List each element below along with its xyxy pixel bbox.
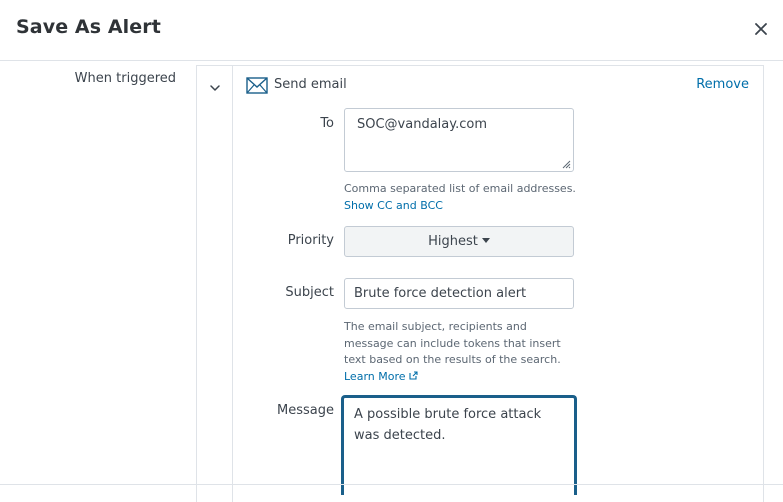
show-cc-bcc-link[interactable]: Show CC and BCC <box>344 198 576 215</box>
remove-action-link[interactable]: Remove <box>696 77 749 92</box>
section-label: When triggered <box>74 71 176 86</box>
message-value: A possible brute force attack was detect… <box>354 407 542 443</box>
action-title: Send email <box>274 77 347 92</box>
subject-help-line: The email subject, recipients and <box>344 320 527 333</box>
external-link-icon <box>409 370 418 380</box>
subject-help-line: text based on the results of the search. <box>344 353 561 366</box>
resize-grip-icon[interactable] <box>562 160 571 169</box>
subject-value: Brute force detection alert <box>354 286 527 301</box>
to-help-text: Comma separated list of email addresses. <box>344 182 576 195</box>
to-help: Comma separated list of email addresses.… <box>344 181 576 214</box>
priority-dropdown[interactable]: Highest <box>344 226 574 257</box>
dialog-header: Save As Alert <box>0 0 783 61</box>
message-label: Message <box>277 403 334 418</box>
subject-help-line: message can include tokens that insert <box>344 336 561 350</box>
to-field-value: SOC@vandalay.com <box>357 117 487 132</box>
subject-help: The email subject, recipients and messag… <box>344 319 561 385</box>
envelope-icon <box>246 77 268 94</box>
collapse-toggle[interactable] <box>209 79 221 91</box>
subject-input[interactable]: Brute force detection alert <box>344 278 574 309</box>
to-field[interactable]: SOC@vandalay.com <box>344 108 574 172</box>
close-icon <box>755 23 767 35</box>
divider <box>0 484 783 485</box>
learn-more-link[interactable]: Learn More <box>344 369 561 386</box>
subject-label: Subject <box>285 285 334 300</box>
priority-value: Highest <box>428 234 478 249</box>
learn-more-label: Learn More <box>344 369 406 383</box>
to-label: To <box>320 116 334 131</box>
dialog-title: Save As Alert <box>16 16 161 38</box>
action-toggle-column <box>197 66 233 502</box>
close-button[interactable] <box>751 19 771 39</box>
priority-label: Priority <box>287 233 334 248</box>
message-textarea[interactable]: A possible brute force attack was detect… <box>341 395 577 495</box>
caret-down-icon <box>481 238 490 243</box>
chevron-down-icon <box>210 85 220 91</box>
